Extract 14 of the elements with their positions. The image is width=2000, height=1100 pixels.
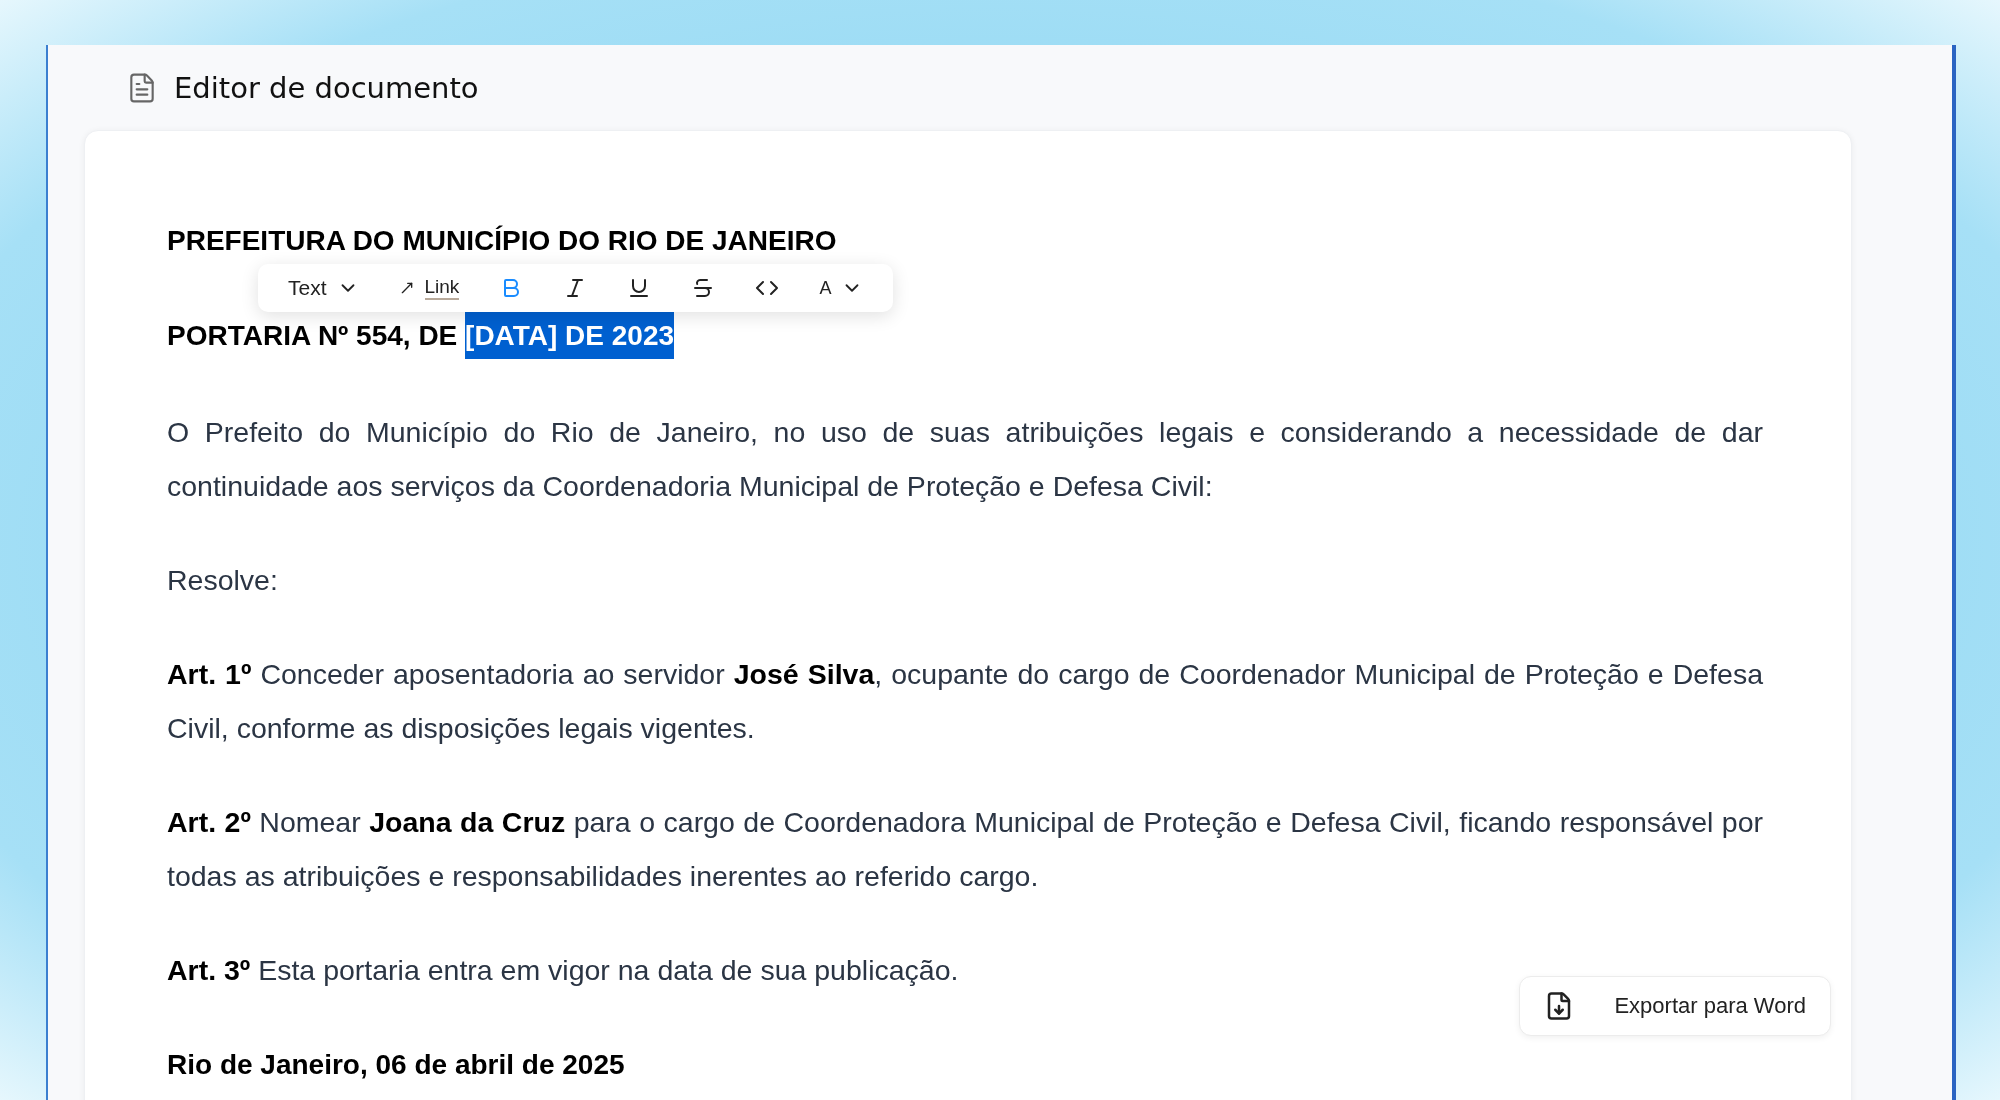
- paragraph: Resolve:: [167, 563, 278, 598]
- document-heading: PREFEITURA DO MUNICÍPIO DO RIO DE JANEIRO: [167, 224, 838, 258]
- selected-text: [DATA] DE 2023: [465, 312, 675, 359]
- document-heading: Rio de Janeiro, 06 de abril de 2025: [167, 1048, 626, 1082]
- document-title: PORTARIA Nº 554, DE: [167, 320, 459, 351]
- paragraph: Art. 2º Nomear Joana da Cruz para o cargo de Coordenadora Municipal de Proteção e Defesa Civil, ficando responsável por todas as atribuições e responsabilidades inerentes ao referido cargo.: [167, 805, 1763, 894]
- text-style-dropdown[interactable]: Text: [276, 270, 371, 306]
- paragraph: Art. 1º Conceder aposentadoria ao servidor José Silva, ocupante do cargo de Coordenador Municipal de Proteção e Defesa Civil, conforme as disposições legais vigentes.: [167, 657, 1763, 746]
- font-color-dropdown[interactable]: A: [807, 271, 876, 305]
- paragraph: O Prefeito do Município do Rio de Janeiro, no uso de suas atribuições legais e considerando a necessidade de dar continuidade aos serviços da Coordenadoria Municipal de Proteção e Defesa Civil:: [167, 415, 1763, 504]
- paragraph: Art. 3º Esta portaria entra em vigor na data de sua publicação.: [167, 953, 959, 988]
- export-button[interactable]: Exportar para Word: [1519, 976, 1831, 1036]
- link-button[interactable]: Link: [386, 270, 472, 306]
- window-title: Editor de documento: [174, 70, 479, 105]
